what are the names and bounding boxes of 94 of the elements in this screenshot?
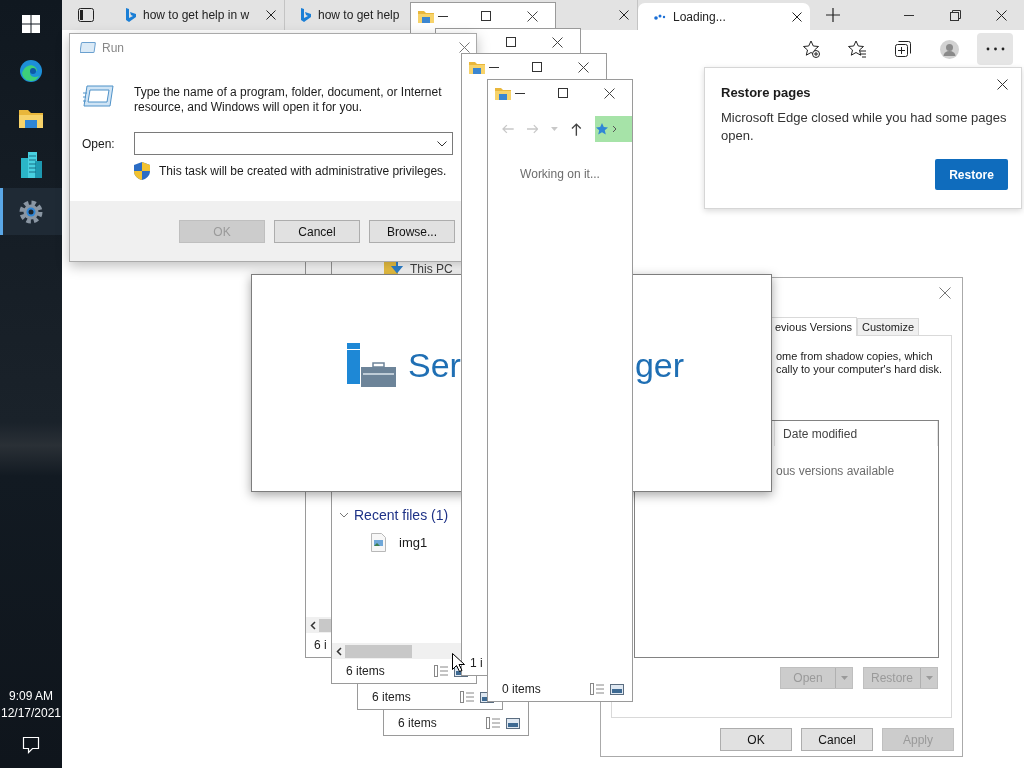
tab-actions-icon[interactable]	[78, 8, 94, 22]
browser-icon	[19, 58, 43, 83]
clock-time: 9:09 AM	[9, 688, 53, 705]
caret-icon[interactable]	[437, 140, 447, 147]
add-favorite-icon[interactable]	[801, 39, 821, 59]
folder-icon	[418, 9, 434, 23]
folder-icon	[495, 86, 511, 100]
status-text: 6 items	[398, 716, 437, 730]
gear-icon	[19, 199, 43, 224]
shield-icon	[134, 162, 150, 180]
run-icon	[83, 85, 114, 107]
column-header[interactable]: Date modified	[775, 421, 938, 446]
maximize-button[interactable]	[506, 37, 516, 47]
close-button[interactable]	[578, 61, 589, 73]
details-view-icon[interactable]	[434, 665, 448, 677]
close-button[interactable]	[995, 9, 1007, 21]
close-button[interactable]	[527, 10, 538, 22]
dialog-button[interactable]: Cancel	[801, 728, 873, 751]
favicon-icon	[126, 8, 136, 22]
large-icons-view-icon[interactable]	[610, 683, 624, 695]
breadcrumb-button[interactable]	[594, 116, 632, 142]
image-file-icon	[371, 533, 386, 552]
windows-logo-icon	[22, 14, 40, 33]
collections-icon[interactable]	[893, 39, 913, 59]
restore-button[interactable]	[949, 9, 961, 21]
up-icon[interactable]	[571, 122, 582, 136]
close-button[interactable]	[552, 36, 563, 48]
favorites-icon[interactable]	[847, 39, 867, 59]
scrollbar-thumb[interactable]	[345, 644, 412, 658]
section-header[interactable]: Recent files (1)	[354, 507, 449, 523]
scroll-left-icon[interactable]	[310, 620, 316, 630]
details-view-icon[interactable]	[590, 683, 604, 695]
close-tab-button[interactable]	[266, 10, 276, 20]
minimize-button[interactable]	[438, 15, 448, 17]
taskbar-button[interactable]	[0, 188, 62, 235]
chevron-down-icon[interactable]	[339, 510, 349, 520]
details-view-icon[interactable]	[486, 717, 500, 729]
maximize-button[interactable]	[532, 62, 542, 72]
status-text: 1 i	[470, 656, 483, 670]
description-line: ome from shadow copies, which	[776, 350, 934, 363]
dialog-tab[interactable]: evious Versions	[770, 317, 858, 336]
more-icon	[985, 47, 1005, 51]
notification-icon[interactable]	[22, 736, 40, 754]
browser-tab[interactable]: how to get help	[285, 0, 410, 30]
folder-icon	[19, 107, 43, 128]
popup-message: Microsoft Edge closed while you had some pages open.	[721, 109, 1008, 145]
browser-tab[interactable]: Loading...	[638, 3, 810, 30]
empty-message: ous versions available	[775, 464, 896, 478]
maximize-button[interactable]	[558, 88, 568, 98]
star-icon	[595, 123, 618, 135]
buildings-icon	[19, 151, 43, 178]
clock-date: 12/17/2021	[0, 705, 62, 722]
dialog-button[interactable]: Browse...	[369, 220, 455, 243]
caret-icon	[925, 676, 933, 680]
status-text: 6 i	[314, 638, 327, 652]
minimize-button[interactable]	[515, 92, 525, 94]
maximize-button[interactable]	[481, 11, 491, 21]
open-label: Open:	[82, 136, 116, 151]
spinner-icon	[654, 13, 666, 20]
splash-title: ger	[634, 345, 685, 385]
admin-note: This task will be created with administrative privileges.	[159, 164, 447, 178]
close-tab-button[interactable]	[792, 11, 802, 22]
dialog-button[interactable]: Cancel	[274, 220, 360, 243]
description-line: cally to your computer's hard disk.	[776, 363, 943, 376]
loading-message: Working on it...	[519, 167, 601, 181]
status-text: 0 items	[502, 682, 541, 696]
profile-avatar-icon[interactable]	[939, 39, 959, 59]
status-text: 6 items	[372, 690, 411, 704]
close-button[interactable]	[604, 87, 615, 99]
server-toolbox-icon	[347, 343, 396, 387]
run-icon	[80, 42, 96, 53]
window-title: Run	[102, 40, 124, 55]
restore-button[interactable]: Restore	[935, 159, 1008, 190]
close-button[interactable]	[997, 79, 1008, 90]
popup-title: Restore pages	[721, 85, 811, 100]
splash-title: Ser	[408, 345, 461, 385]
scrollbar-thumb[interactable]	[319, 618, 331, 632]
caret-icon	[840, 676, 848, 680]
scroll-left-icon[interactable]	[336, 646, 342, 656]
open-field[interactable]	[134, 132, 453, 155]
close-tab-button[interactable]	[619, 10, 629, 20]
run-description: Type the name of a program, folder, document, or Internet resource, and Windows will open it for you.	[134, 85, 443, 115]
minimize-button[interactable]	[489, 66, 499, 68]
new-tab-button[interactable]	[826, 8, 840, 22]
favicon-icon	[301, 8, 311, 22]
file-name[interactable]: img1	[399, 535, 428, 550]
dialog-button[interactable]: OK	[720, 728, 792, 751]
status-text: 6 items	[346, 664, 385, 678]
minimize-button[interactable]	[904, 14, 914, 16]
details-view-icon[interactable]	[460, 691, 474, 703]
horizontal-scrollbar[interactable]	[306, 617, 331, 633]
large-icons-view-icon[interactable]	[506, 717, 520, 729]
folder-icon	[469, 60, 485, 74]
dialog-tab[interactable]: Customize	[857, 318, 919, 335]
